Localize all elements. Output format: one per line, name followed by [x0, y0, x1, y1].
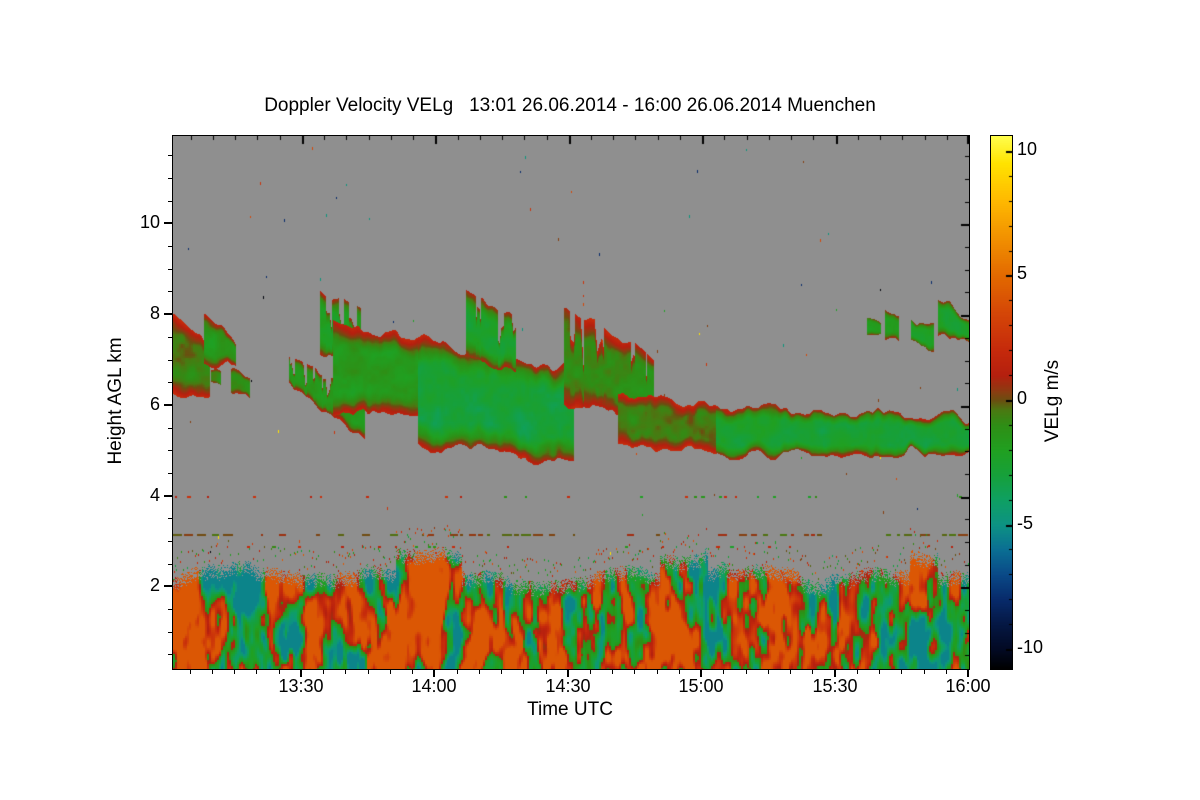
x-minor-tick [368, 670, 369, 674]
y-minor-tick [168, 654, 172, 655]
x-tick-label: 14:00 [411, 676, 457, 696]
y-minor-tick [168, 337, 172, 338]
y-major-tick [164, 404, 172, 406]
y-major-tick [164, 495, 172, 497]
heatmap-plot-area [172, 135, 970, 670]
x-minor-tick [546, 670, 547, 674]
y-minor-tick [168, 518, 172, 519]
x-minor-tick [523, 670, 524, 674]
y-minor-tick [168, 201, 172, 202]
y-minor-tick [168, 178, 172, 179]
x-minor-tick [946, 670, 947, 674]
y-minor-tick [168, 473, 172, 474]
x-minor-tick [212, 670, 213, 674]
y-minor-tick [168, 155, 172, 156]
y-minor-tick [168, 541, 172, 542]
y-minor-tick [168, 269, 172, 270]
velocity-heatmap-canvas [173, 136, 969, 669]
colorbar [990, 135, 1013, 670]
x-minor-tick [190, 670, 191, 674]
y-minor-tick [168, 609, 172, 610]
x-minor-tick [857, 670, 858, 674]
y-tick-label: 4 [149, 485, 160, 505]
y-major-tick [164, 313, 172, 315]
y-minor-tick [168, 382, 172, 383]
colorbar-gradient-canvas [991, 136, 1012, 669]
y-tick-label: 2 [149, 575, 160, 595]
x-minor-tick [390, 670, 391, 674]
colorbar-tick-label: -5 [1017, 513, 1034, 533]
x-minor-tick [746, 670, 747, 674]
x-minor-tick [879, 670, 880, 674]
y-minor-tick [168, 246, 172, 247]
page: { "title": "Doppler Velocity VELg 13:01 … [0, 0, 1200, 800]
x-minor-tick [234, 670, 235, 674]
y-tick-label: 8 [149, 303, 160, 323]
x-tick-label: 14:30 [545, 676, 591, 696]
x-minor-tick [412, 670, 413, 674]
y-tick-label: 10 [139, 212, 160, 232]
x-minor-tick [323, 670, 324, 674]
x-minor-tick [345, 670, 346, 674]
x-minor-tick [590, 670, 591, 674]
y-minor-tick [168, 564, 172, 565]
x-minor-tick [612, 670, 613, 674]
y-major-tick [164, 222, 172, 224]
x-tick-label: 15:00 [678, 676, 724, 696]
x-minor-tick [901, 670, 902, 674]
y-minor-tick [168, 450, 172, 451]
y-major-tick [164, 585, 172, 587]
x-axis-title: Time UTC [527, 699, 613, 720]
colorbar-tick-label: 5 [1017, 263, 1028, 283]
colorbar-tick-label: 10 [1017, 139, 1038, 159]
x-minor-tick [457, 670, 458, 674]
y-minor-tick [168, 632, 172, 633]
y-minor-tick [168, 291, 172, 292]
x-minor-tick [634, 670, 635, 674]
colorbar-tick-label: 0 [1017, 388, 1028, 408]
chart-title: Doppler Velocity VELg 13:01 26.06.2014 -… [264, 95, 876, 116]
x-minor-tick [924, 670, 925, 674]
x-minor-tick [679, 670, 680, 674]
x-minor-tick [279, 670, 280, 674]
x-tick-label: 13:30 [278, 676, 324, 696]
x-minor-tick [790, 670, 791, 674]
x-minor-tick [479, 670, 480, 674]
x-minor-tick [723, 670, 724, 674]
x-tick-label: 15:30 [812, 676, 858, 696]
x-minor-tick [256, 670, 257, 674]
colorbar-tick-label: -10 [1017, 637, 1044, 657]
y-tick-label: 6 [149, 394, 160, 414]
y-minor-tick [168, 428, 172, 429]
x-minor-tick [501, 670, 502, 674]
x-tick-label: 16:00 [945, 676, 991, 696]
x-minor-tick [768, 670, 769, 674]
x-minor-tick [812, 670, 813, 674]
x-minor-tick [657, 670, 658, 674]
y-minor-tick [168, 360, 172, 361]
